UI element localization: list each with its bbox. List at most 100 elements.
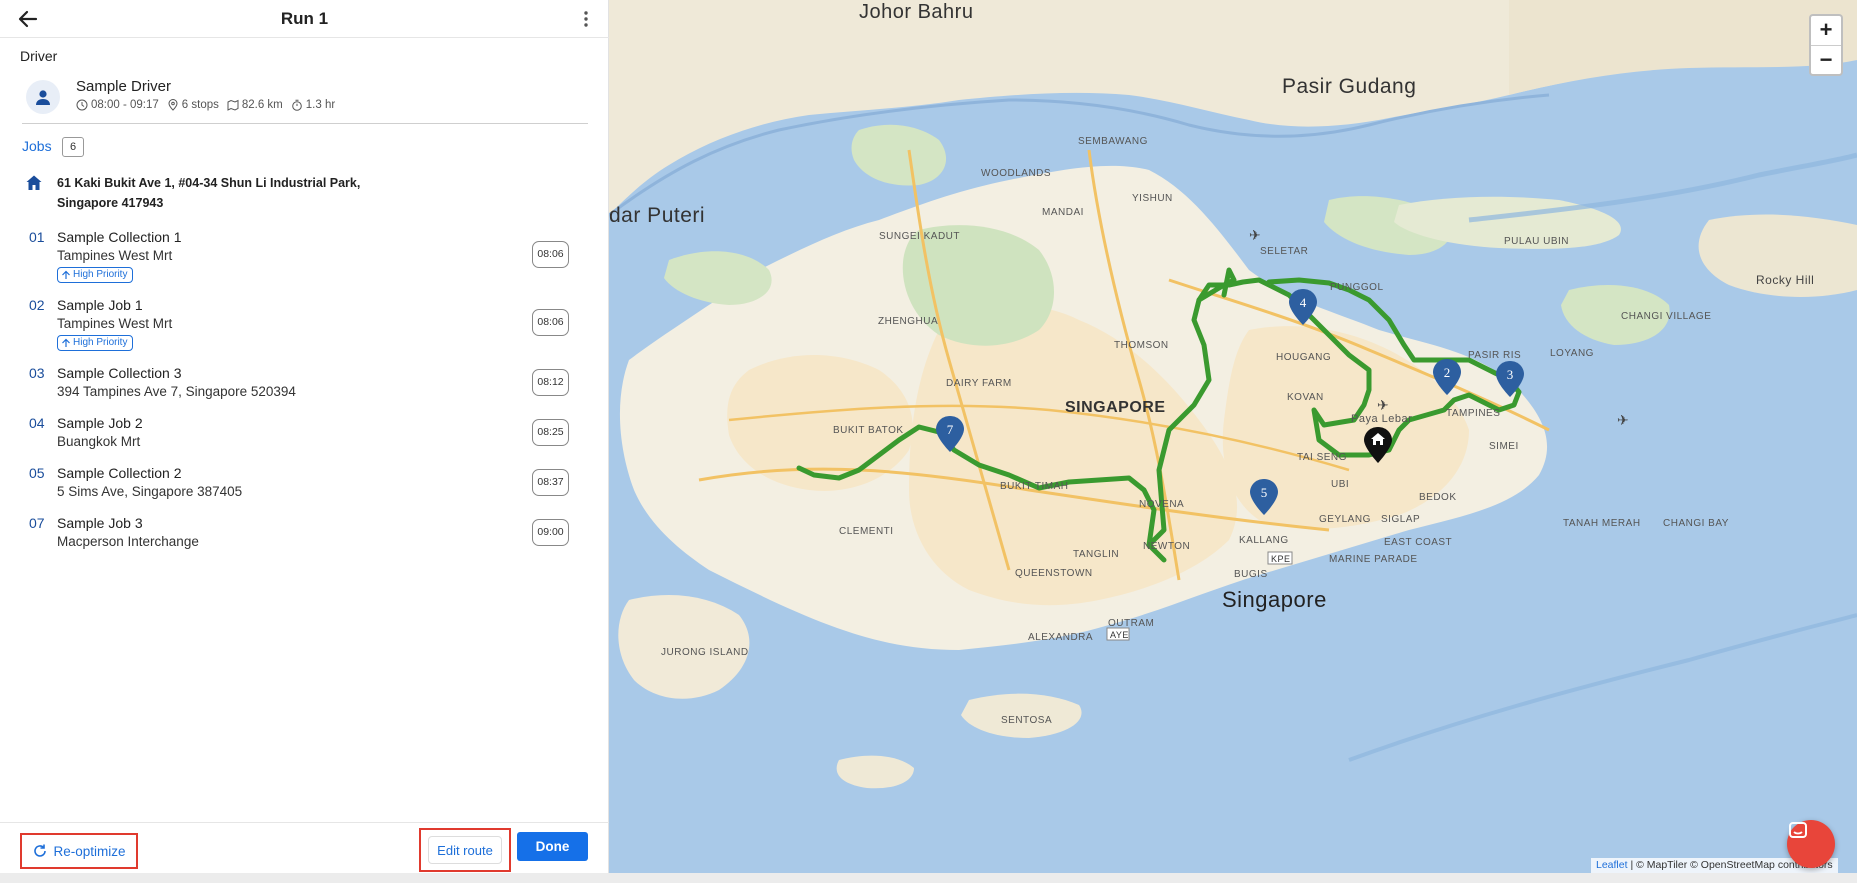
route-map[interactable]: ✈ ✈ ✈ Johor Bahru Pasir Gudang dar Puter… xyxy=(609,0,1857,873)
distance: 82.6 km xyxy=(227,99,283,111)
reoptimize-button[interactable]: Re-optimize xyxy=(20,833,138,869)
map-label: MARINE PARADE xyxy=(1329,554,1418,565)
page-title: Run 1 xyxy=(280,9,329,28)
map-label: Paya Lebar xyxy=(1351,413,1412,425)
map-label: PULAU UBIN xyxy=(1504,236,1569,247)
road-shield-label: KPE xyxy=(1271,554,1291,564)
eta-chip: 09:00 xyxy=(532,519,569,546)
job-location: Macperson Interchange xyxy=(57,534,199,549)
map-label: GEYLANG xyxy=(1319,514,1371,525)
arrow-up-icon xyxy=(62,270,70,279)
map-label: BEDOK xyxy=(1419,492,1457,503)
map-label: Singapore xyxy=(1222,587,1327,612)
map-label: YISHUN xyxy=(1132,193,1173,204)
clock-icon xyxy=(76,99,88,111)
driver-section-label: Driver xyxy=(20,48,58,64)
priority-text: High Priority xyxy=(73,269,128,280)
job-title: Sample Job 1 xyxy=(57,297,143,313)
map-label: HOUGANG xyxy=(1276,352,1331,363)
person-icon xyxy=(36,90,50,105)
tab-jobs[interactable]: Jobs xyxy=(22,138,52,154)
stop-marker-label: 2 xyxy=(1444,365,1451,380)
time-range: 08:00 - 09:17 xyxy=(76,99,159,111)
map-label: SENTOSA xyxy=(1001,715,1052,726)
map-label: JURONG ISLAND xyxy=(661,647,749,658)
map-label: SIGLAP xyxy=(1381,514,1420,525)
stop-marker-label: 7 xyxy=(947,422,954,437)
map-label: EAST COAST xyxy=(1384,537,1452,548)
map-label: UBI xyxy=(1331,479,1349,490)
map-label: THOMSON xyxy=(1114,340,1169,351)
map-label: BUKIT BATOK xyxy=(833,425,904,436)
map-label: DAIRY FARM xyxy=(946,378,1012,389)
job-number: 01 xyxy=(29,229,45,245)
duration-text: 1.3 hr xyxy=(305,99,336,111)
map-label: LOYANG xyxy=(1550,348,1594,359)
island-bukom xyxy=(836,755,914,789)
home-icon xyxy=(26,175,42,190)
job-location: Tampines West Mrt xyxy=(57,316,173,331)
map-label: TAI SENG xyxy=(1297,452,1347,463)
map-pin-icon xyxy=(168,99,178,111)
map-label: BUKIT TIMAH xyxy=(1000,481,1068,492)
map-label: TANGLIN xyxy=(1073,549,1119,560)
map-icon xyxy=(227,99,239,111)
job-title: Sample Job 2 xyxy=(57,415,143,431)
map-label: SINGAPORE xyxy=(1065,399,1166,416)
map-label: TANAH MERAH xyxy=(1563,518,1641,529)
divider xyxy=(22,123,588,124)
done-button[interactable]: Done xyxy=(517,832,588,861)
eta-chip: 08:06 xyxy=(532,309,569,336)
job-number: 03 xyxy=(29,365,45,381)
airport-icon: ✈ xyxy=(1249,227,1261,243)
priority-text: High Priority xyxy=(73,337,128,348)
zoom-out-button[interactable]: − xyxy=(1811,46,1841,75)
job-location: 394 Tampines Ave 7, Singapore 520394 xyxy=(57,384,296,399)
map-label: ZHENGHUA xyxy=(878,316,938,327)
job-location: 5 Sims Ave, Singapore 387405 xyxy=(57,484,243,499)
arrow-up-icon xyxy=(62,338,70,347)
land-north-right xyxy=(1509,0,1857,95)
park-west xyxy=(664,251,772,305)
job-number: 05 xyxy=(29,465,45,481)
job-title: Sample Collection 1 xyxy=(57,229,182,245)
map-label: BUGIS xyxy=(1234,569,1268,580)
job-number: 04 xyxy=(29,415,45,431)
app: Run 1 Driver Sample Driver 08:00 - 09:17… xyxy=(0,0,1857,883)
chat-button[interactable] xyxy=(1787,820,1835,868)
more-vertical-icon xyxy=(584,11,588,27)
map-label: SEMBAWANG xyxy=(1078,136,1148,147)
job-title: Sample Collection 2 xyxy=(57,465,182,481)
map-label: CHANGI VILLAGE xyxy=(1621,311,1711,322)
driver-meta: 08:00 - 09:17 6 stops 82.6 km 1.3 hr xyxy=(76,99,335,111)
edit-route-button[interactable]: Edit route xyxy=(419,828,511,872)
eta-chip: 08:37 xyxy=(532,469,569,496)
panel-footer: Re-optimize Edit route Done xyxy=(0,822,609,873)
more-options-button[interactable] xyxy=(578,8,594,30)
priority-badge: High Priority xyxy=(57,267,134,283)
stopwatch-icon xyxy=(291,99,302,111)
edit-route-label: Edit route xyxy=(428,836,502,864)
panel-header: Run 1 xyxy=(0,0,609,38)
map-label: KOVAN xyxy=(1287,392,1324,403)
map-label: PUNGGOL xyxy=(1330,282,1384,293)
zoom-in-button[interactable]: + xyxy=(1811,16,1841,45)
map-canvas: ✈ ✈ ✈ Johor Bahru Pasir Gudang dar Puter… xyxy=(609,0,1857,789)
depot-address: 61 Kaki Bukit Ave 1, #04-34 Shun Li Indu… xyxy=(57,173,477,213)
zoom-control: + − xyxy=(1809,14,1843,76)
time-range-text: 08:00 - 09:17 xyxy=(91,99,159,111)
map-label: Pasir Gudang xyxy=(1282,75,1416,98)
bottom-strip xyxy=(0,873,1857,883)
map-label: NOVENA xyxy=(1139,499,1184,510)
duration: 1.3 hr xyxy=(291,99,335,111)
driver-summary: Sample Driver 08:00 - 09:17 6 stops 82.6… xyxy=(26,78,586,116)
stop-marker-label: 3 xyxy=(1507,367,1514,382)
stops-text: 6 stops xyxy=(181,99,219,111)
map-label: WOODLANDS xyxy=(981,168,1051,179)
leaflet-link[interactable]: Leaflet xyxy=(1596,859,1628,871)
map-label: SIMEI xyxy=(1489,441,1519,452)
map-label: NEWTON xyxy=(1143,541,1190,552)
job-title: Sample Job 3 xyxy=(57,515,143,531)
eta-chip: 08:25 xyxy=(532,419,569,446)
airport-icon: ✈ xyxy=(1377,397,1389,413)
